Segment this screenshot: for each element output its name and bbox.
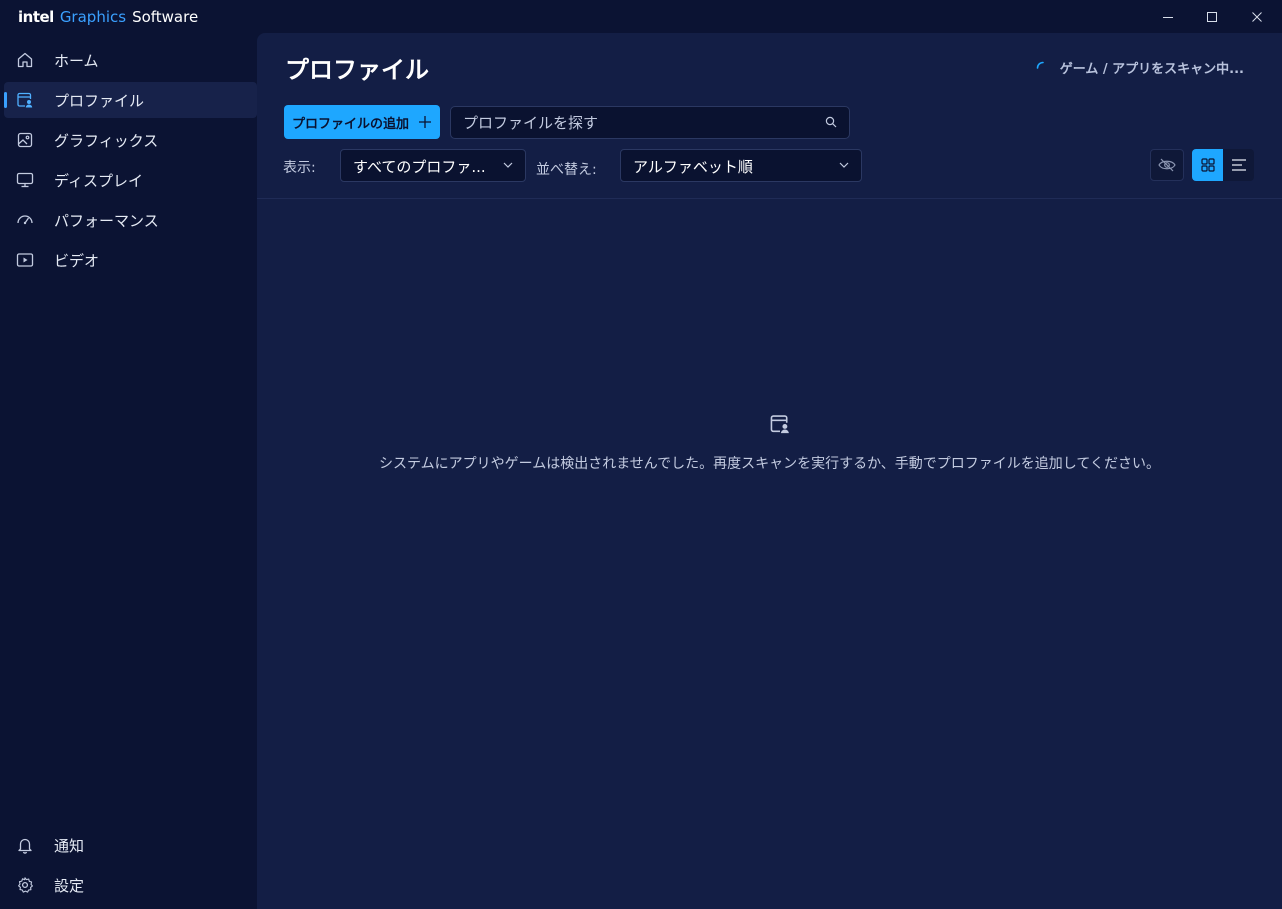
sidebar-item-label: ディスプレイ [54, 172, 143, 190]
search-input[interactable] [461, 112, 815, 134]
sidebar-item-video[interactable]: ビデオ [4, 242, 257, 278]
grid-view-button[interactable] [1192, 149, 1223, 181]
sort-dropdown[interactable]: アルファベット順 [620, 149, 862, 182]
sidebar-item-home[interactable]: ホーム [4, 42, 257, 78]
toolbar-divider [257, 198, 1282, 199]
show-filter-dropdown[interactable]: すべてのプロファ... [340, 149, 526, 182]
sidebar-item-profiles[interactable]: プロファイル [4, 82, 257, 118]
minimize-button[interactable] [1145, 0, 1191, 33]
add-profile-button[interactable]: プロファイルの追加 [284, 105, 440, 139]
image-icon [17, 132, 33, 148]
bell-icon [18, 838, 32, 854]
scan-status: ゲーム / アプリをスキャン中... [1036, 58, 1244, 77]
sidebar-item-performance[interactable]: パフォーマンス [4, 202, 257, 238]
brand-graphics: Graphics [59, 8, 127, 26]
close-icon [1252, 11, 1262, 22]
list-view-button[interactable] [1223, 149, 1254, 181]
show-filter-label: 表示: [283, 160, 316, 176]
list-view-icon [1231, 159, 1246, 171]
gear-icon [18, 877, 33, 893]
sidebar-item-label: パフォーマンス [54, 212, 159, 230]
sidebar-item-label: グラフィックス [54, 132, 159, 150]
gauge-icon [17, 215, 33, 225]
maximize-icon [1207, 11, 1217, 22]
video-icon [16, 253, 34, 267]
app-logo: intel Graphics Software [18, 8, 198, 26]
grid-view-icon [1200, 158, 1215, 172]
sort-value: アルファベット順 [633, 158, 753, 176]
hide-toggle-button[interactable] [1150, 149, 1184, 181]
empty-state-message: システムにアプリやゲームは検出されませんでした。再度スキャンを実行するか、手動で… [379, 456, 1160, 472]
sidebar-item-label: 設定 [54, 877, 85, 895]
loading-spinner-icon [1036, 61, 1044, 69]
sidebar: ホーム プロファイル グラフィックス ディスプレイ パフォーマンス ビデオ 通知… [0, 33, 257, 909]
sidebar-item-settings[interactable]: 設定 [4, 867, 257, 903]
maximize-button[interactable] [1189, 0, 1235, 33]
sort-label: 並べ替え: [536, 162, 597, 178]
sidebar-item-label: プロファイル [54, 92, 145, 110]
show-filter-value: すべてのプロファ... [353, 158, 486, 176]
brand-software: Software [132, 8, 199, 26]
chevron-down-icon [503, 162, 513, 168]
sidebar-item-label: ビデオ [54, 252, 100, 270]
close-button[interactable] [1234, 0, 1280, 33]
plus-icon [419, 116, 431, 128]
minimize-icon [1163, 16, 1173, 18]
sidebar-item-notifications[interactable]: 通知 [4, 827, 257, 863]
scan-status-text: ゲーム / アプリをスキャン中... [1059, 62, 1244, 77]
search-icon[interactable] [825, 116, 837, 128]
sidebar-item-display[interactable]: ディスプレイ [4, 162, 257, 198]
brand-intel: intel [18, 8, 54, 26]
sidebar-item-graphics[interactable]: グラフィックス [4, 122, 257, 158]
monitor-icon [16, 172, 34, 188]
main-panel: プロファイル ゲーム / アプリをスキャン中... プロファイルの追加 表示: … [257, 33, 1282, 909]
profile-icon [770, 415, 789, 434]
profile-icon [17, 92, 33, 108]
page-title: プロファイル [285, 56, 429, 84]
title-bar: intel Graphics Software [0, 0, 1282, 33]
chevron-down-icon [839, 162, 849, 168]
sidebar-item-label: 通知 [54, 837, 85, 855]
home-icon [17, 52, 33, 68]
eye-off-icon [1158, 158, 1176, 172]
search-box [450, 106, 850, 139]
sidebar-item-label: ホーム [54, 52, 99, 70]
add-profile-label: プロファイルの追加 [291, 116, 409, 132]
